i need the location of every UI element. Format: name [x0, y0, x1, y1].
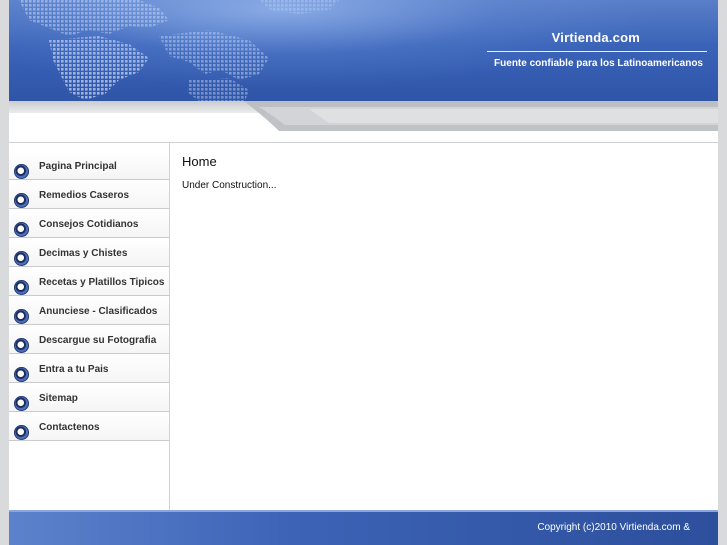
sidebar-item-entra-a-tu-pais[interactable]: Entra a tu Pais	[9, 354, 169, 383]
bullet-icon	[14, 280, 29, 295]
sidebar-item-sitemap[interactable]: Sitemap	[9, 383, 169, 412]
sidebar-item-label: Sitemap	[39, 393, 78, 404]
page-body-text: Under Construction...	[182, 180, 277, 191]
bullet-icon	[14, 396, 29, 411]
bullet-icon	[14, 338, 29, 353]
bullet-icon	[14, 251, 29, 266]
sidebar-item-label: Anunciese - Clasificados	[39, 306, 158, 317]
bullet-icon	[14, 222, 29, 237]
sidebar-item-contactenos[interactable]: Contactenos	[9, 412, 169, 441]
bullet-icon	[14, 164, 29, 179]
bullet-icon	[14, 309, 29, 324]
sidebar-item-label: Contactenos	[39, 422, 100, 433]
main-content: Home Under Construction...	[171, 143, 718, 510]
site-tagline: Fuente confiable para los Latinoamerican…	[494, 58, 703, 69]
right-gutter	[718, 0, 727, 545]
sidebar-item-label: Pagina Principal	[39, 161, 117, 172]
sidebar-item-label: Remedios Caseros	[39, 190, 130, 201]
bullet-icon	[14, 193, 29, 208]
sidebar-nav: Pagina Principal Remedios Caseros Consej…	[9, 143, 170, 510]
left-gutter	[0, 0, 9, 545]
sidebar-item-decimas-y-chistes[interactable]: Decimas y Chistes	[9, 238, 169, 267]
page-title: Home	[182, 154, 217, 169]
sidebar-item-remedios-caseros[interactable]: Remedios Caseros	[9, 180, 169, 209]
site-title[interactable]: Virtienda.com	[552, 30, 640, 45]
sidebar-item-label: Recetas y Platillos Tipicos	[39, 277, 165, 288]
sidebar-item-anunciese[interactable]: Anunciese - Clasificados	[9, 296, 169, 325]
copyright-text: Copyright (c)2010 Virtienda.com &	[537, 522, 690, 533]
bullet-icon	[14, 367, 29, 382]
page: Virtienda.com Fuente confiable para los …	[0, 0, 727, 545]
site-footer: Copyright (c)2010 Virtienda.com &	[9, 510, 718, 545]
sidebar-item-label: Descargue su Fotografia	[39, 335, 157, 346]
band-swoosh-graphic	[244, 101, 718, 131]
sidebar-item-pagina-principal[interactable]: Pagina Principal	[9, 151, 169, 180]
bullet-icon	[14, 425, 29, 440]
header-band	[9, 101, 718, 143]
site-header: Virtienda.com Fuente confiable para los …	[9, 0, 718, 101]
sidebar-item-recetas[interactable]: Recetas y Platillos Tipicos	[9, 267, 169, 296]
sidebar-item-consejos-cotidianos[interactable]: Consejos Cotidianos	[9, 209, 169, 238]
sidebar-item-label: Consejos Cotidianos	[39, 219, 139, 230]
sidebar-item-descargue-fotografia[interactable]: Descargue su Fotografia	[9, 325, 169, 354]
title-divider	[487, 51, 707, 52]
sidebar-item-label: Decimas y Chistes	[39, 248, 128, 259]
sidebar-item-label: Entra a tu Pais	[39, 364, 109, 375]
